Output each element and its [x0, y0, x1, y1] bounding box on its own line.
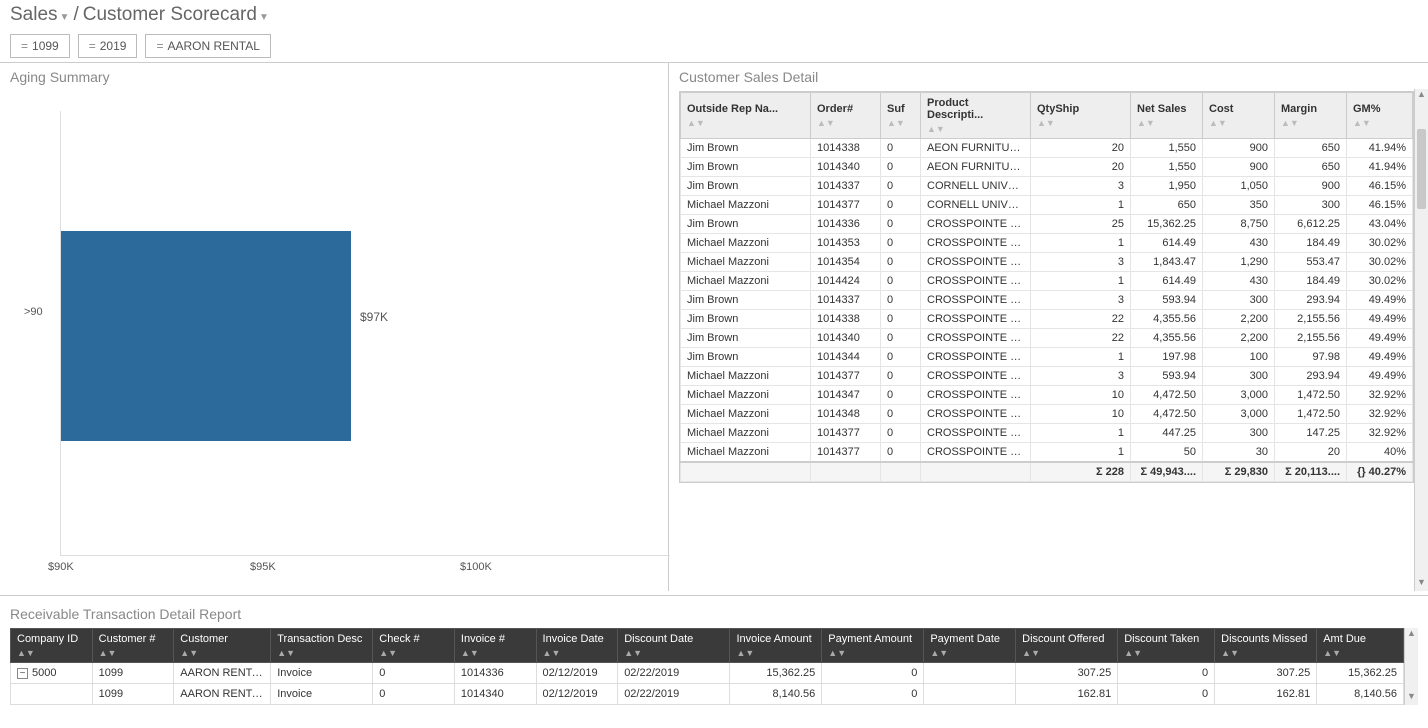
sales-column-header[interactable]: Suf▲▼ — [881, 93, 921, 139]
scroll-up-icon[interactable]: ▲ — [1405, 628, 1418, 642]
table-row[interactable]: Jim Brown10143360CROSSPOINTE 3PA...2515,… — [681, 215, 1413, 234]
receivable-column-header[interactable]: Invoice #▲▼ — [454, 629, 536, 663]
table-row[interactable]: Jim Brown10143400AEON FURNITURE ...201,5… — [681, 158, 1413, 177]
caret-down-icon: ▼ — [259, 12, 269, 23]
scroll-down-icon[interactable]: ▼ — [1405, 691, 1418, 705]
table-row[interactable]: Jim Brown10143370CROSSPOINTE DINI...3593… — [681, 291, 1413, 310]
filter-customer-name[interactable]: =AARON RENTAL — [145, 34, 270, 58]
sort-icon: ▲▼ — [99, 649, 168, 658]
table-row[interactable]: Jim Brown10143400CROSSPOINTE DINI...224,… — [681, 329, 1413, 348]
receivable-column-header[interactable]: Invoice Date▲▼ — [536, 629, 618, 663]
table-row[interactable]: Michael Mazzoni10143770CROSSPOINTE DINI.… — [681, 367, 1413, 386]
sort-icon: ▲▼ — [930, 649, 1009, 658]
sort-icon: ▲▼ — [624, 649, 723, 658]
sort-icon: ▲▼ — [1221, 649, 1310, 658]
receivable-scrollbar[interactable]: ▲ ▼ — [1404, 628, 1418, 705]
sort-icon: ▲▼ — [17, 649, 86, 658]
breadcrumb: Sales▼ / Customer Scorecard▼ — [0, 0, 1428, 30]
receivable-column-header[interactable]: Company ID▲▼ — [11, 629, 93, 663]
sales-column-header[interactable]: Product Descripti...▲▼ — [921, 93, 1031, 139]
receivable-column-header[interactable]: Customer #▲▼ — [92, 629, 174, 663]
sort-icon: ▲▼ — [277, 649, 366, 658]
table-row[interactable]: Jim Brown10143380CROSSPOINTE DINI...224,… — [681, 310, 1413, 329]
filter-bar: =1099 =2019 =AARON RENTAL — [0, 30, 1428, 62]
sales-column-header[interactable]: Margin▲▼ — [1275, 93, 1347, 139]
chart-value-label: $97K — [360, 310, 388, 324]
scroll-up-icon[interactable]: ▲ — [1415, 89, 1428, 103]
sort-icon: ▲▼ — [543, 649, 612, 658]
sort-icon: ▲▼ — [1137, 119, 1196, 128]
scroll-down-icon[interactable]: ▼ — [1415, 577, 1428, 591]
caret-down-icon: ▼ — [60, 12, 70, 23]
customer-sales-detail-table[interactable]: Outside Rep Na...▲▼Order#▲▼Suf▲▼Product … — [680, 92, 1413, 482]
sales-column-header[interactable]: QtyShip▲▼ — [1031, 93, 1131, 139]
table-row[interactable]: Jim Brown10143370CORNELL UNIVERSI..31,95… — [681, 177, 1413, 196]
receivable-transaction-table[interactable]: Company ID▲▼Customer #▲▼Customer▲▼Transa… — [10, 628, 1404, 705]
receivable-column-header[interactable]: Discount Date▲▼ — [618, 629, 730, 663]
breadcrumb-page[interactable]: Customer Scorecard▼ — [83, 4, 269, 26]
sales-detail-title: Customer Sales Detail — [679, 69, 1428, 85]
sort-icon: ▲▼ — [1323, 649, 1397, 658]
sort-icon: ▲▼ — [687, 119, 804, 128]
sort-icon: ▲▼ — [379, 649, 448, 658]
table-row[interactable]: Michael Mazzoni10143470CROSSPOINTE DINI.… — [681, 386, 1413, 405]
breadcrumb-root[interactable]: Sales▼ — [10, 4, 69, 26]
table-row[interactable]: Michael Mazzoni10143530CROSSPOINTE 3PA..… — [681, 234, 1413, 253]
sort-icon: ▲▼ — [887, 119, 914, 128]
table-row[interactable]: Michael Mazzoni10143540CROSSPOINTE 3PA..… — [681, 253, 1413, 272]
receivable-column-header[interactable]: Discount Taken▲▼ — [1118, 629, 1215, 663]
collapse-icon[interactable]: − — [17, 668, 28, 679]
aging-summary-title: Aging Summary — [10, 69, 658, 85]
sales-detail-scrollbar[interactable]: ▲ ▼ — [1414, 89, 1428, 591]
sort-icon: ▲▼ — [736, 649, 815, 658]
sales-column-header[interactable]: Order#▲▼ — [811, 93, 881, 139]
table-row[interactable]: Michael Mazzoni10144240CROSSPOINTE 3PA..… — [681, 272, 1413, 291]
receivable-column-header[interactable]: Payment Amount▲▼ — [822, 629, 924, 663]
sort-icon: ▲▼ — [1281, 119, 1340, 128]
sort-icon: ▲▼ — [180, 649, 264, 658]
receivable-column-header[interactable]: Customer▲▼ — [174, 629, 271, 663]
table-row[interactable]: −50001099AARON RENTALInvoice0101433602/1… — [11, 663, 1404, 684]
table-row[interactable]: Michael Mazzoni10143770CORNELL UNIVERSI.… — [681, 196, 1413, 215]
aging-summary-chart[interactable]: >90 $97K $90K $95K $100K — [10, 91, 658, 581]
receivable-column-header[interactable]: Discount Offered▲▼ — [1016, 629, 1118, 663]
table-row[interactable]: Michael Mazzoni10143770CROSSPOINTE DINI.… — [681, 424, 1413, 443]
receivable-column-header[interactable]: Transaction Desc▲▼ — [271, 629, 373, 663]
sales-column-header[interactable]: GM%▲▼ — [1347, 93, 1413, 139]
receivable-report-title: Receivable Transaction Detail Report — [10, 606, 1418, 622]
sort-icon: ▲▼ — [1037, 119, 1124, 128]
receivable-column-header[interactable]: Payment Date▲▼ — [924, 629, 1016, 663]
filter-year[interactable]: =2019 — [78, 34, 138, 58]
receivable-column-header[interactable]: Check #▲▼ — [373, 629, 455, 663]
filter-customer-number[interactable]: =1099 — [10, 34, 70, 58]
table-row[interactable]: Jim Brown10143380AEON FURNITURE ...201,5… — [681, 139, 1413, 158]
sort-icon: ▲▼ — [1124, 649, 1208, 658]
chart-category-label: >90 — [24, 306, 43, 318]
sort-icon: ▲▼ — [1353, 119, 1406, 128]
chart-bar[interactable] — [61, 231, 351, 441]
table-row[interactable]: Michael Mazzoni10143480CROSSPOINTE DINI.… — [681, 405, 1413, 424]
sales-column-header[interactable]: Net Sales▲▼ — [1131, 93, 1203, 139]
scroll-thumb[interactable] — [1417, 129, 1426, 209]
sort-icon: ▲▼ — [1209, 119, 1268, 128]
table-row[interactable]: Jim Brown10143440CROSSPOINTE DINI...1197… — [681, 348, 1413, 367]
sort-icon: ▲▼ — [828, 649, 917, 658]
sort-icon: ▲▼ — [461, 649, 530, 658]
table-row[interactable]: 1099AARON RENTALInvoice0101434002/12/201… — [11, 684, 1404, 705]
table-row[interactable]: Michael Mazzoni10143770CROSSPOINTE LEAF1… — [681, 443, 1413, 463]
receivable-column-header[interactable]: Amt Due▲▼ — [1317, 629, 1404, 663]
receivable-column-header[interactable]: Invoice Amount▲▼ — [730, 629, 822, 663]
sort-icon: ▲▼ — [1022, 649, 1111, 658]
sales-column-header[interactable]: Cost▲▼ — [1203, 93, 1275, 139]
sort-icon: ▲▼ — [817, 119, 874, 128]
sort-icon: ▲▼ — [927, 125, 1024, 134]
sales-column-header[interactable]: Outside Rep Na...▲▼ — [681, 93, 811, 139]
receivable-column-header[interactable]: Discounts Missed▲▼ — [1215, 629, 1317, 663]
